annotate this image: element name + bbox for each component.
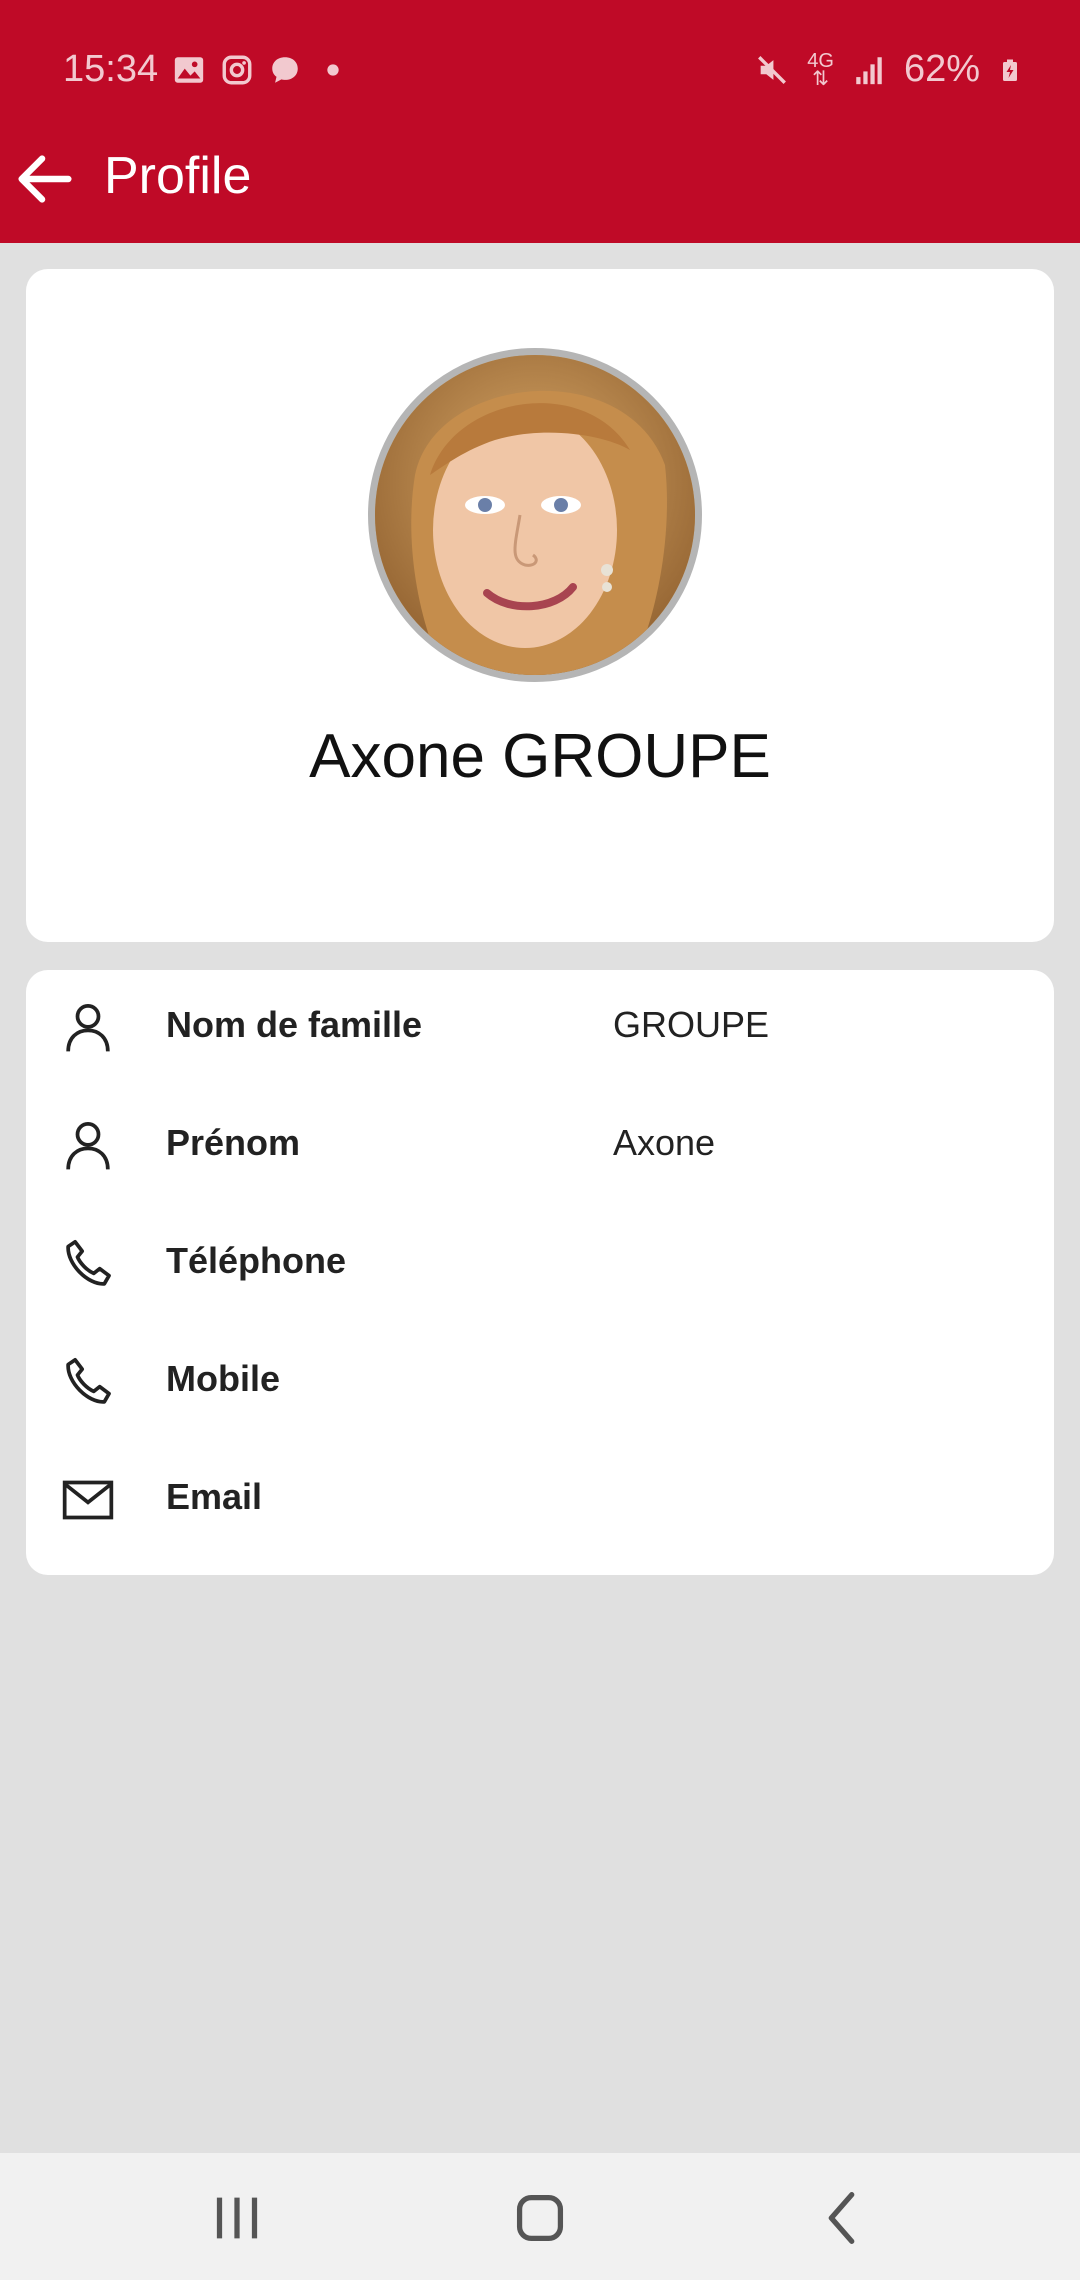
row-label: Prénom xyxy=(166,1122,301,1163)
page-title: Profile xyxy=(104,147,252,205)
profile-name: Axone GROUPE xyxy=(309,722,771,791)
gallery-icon xyxy=(174,56,204,83)
home-icon[interactable] xyxy=(505,2183,575,2253)
battery-percent: 62% xyxy=(903,48,980,90)
battery-charging-icon xyxy=(1003,59,1017,81)
details-card: Nom de famille GROUPE Prénom Axone Télép… xyxy=(26,970,1054,1575)
list-item-email[interactable]: Email xyxy=(26,1442,1054,1560)
person-icon xyxy=(66,1003,110,1052)
arrow-left-icon[interactable] xyxy=(10,144,80,214)
row-label: Email xyxy=(166,1476,263,1517)
phone-icon xyxy=(66,1357,111,1404)
person-icon xyxy=(66,1121,110,1170)
mute-icon xyxy=(758,55,787,84)
instagram-icon xyxy=(222,55,252,84)
row-label: Téléphone xyxy=(166,1240,347,1281)
status-bar: 15:34 4G ⇅ 62% xyxy=(0,36,1080,106)
row-label: Mobile xyxy=(166,1358,280,1399)
status-time: 15:34 xyxy=(63,48,159,90)
network-label: 4G xyxy=(807,49,834,72)
app-bar: 15:34 4G ⇅ 62% Profile xyxy=(0,0,1080,243)
row-value: GROUPE xyxy=(613,1004,770,1045)
phone-icon xyxy=(66,1239,111,1286)
system-nav-bar xyxy=(0,2153,1080,2280)
profile-card: Axone GROUPE xyxy=(26,269,1054,942)
chat-icon xyxy=(272,56,298,83)
avatar[interactable] xyxy=(368,348,702,682)
network-4g-icon: 4G ⇅ xyxy=(807,49,834,90)
avatar-image xyxy=(375,355,695,675)
row-value: Axone xyxy=(613,1122,716,1163)
back-icon[interactable] xyxy=(808,2183,878,2253)
list-item-last-name[interactable]: Nom de famille GROUPE xyxy=(26,970,1054,1088)
toolbar: Profile xyxy=(0,120,1080,240)
list-item-mobile[interactable]: Mobile xyxy=(26,1324,1054,1442)
dot-icon xyxy=(327,63,339,76)
mail-icon xyxy=(62,1480,114,1520)
list-item-first-name[interactable]: Prénom Axone xyxy=(26,1088,1054,1206)
row-label: Nom de famille xyxy=(166,1004,423,1045)
recents-icon[interactable] xyxy=(202,2183,272,2253)
list-item-telephone[interactable]: Téléphone xyxy=(26,1206,1054,1324)
signal-icon xyxy=(856,56,882,84)
